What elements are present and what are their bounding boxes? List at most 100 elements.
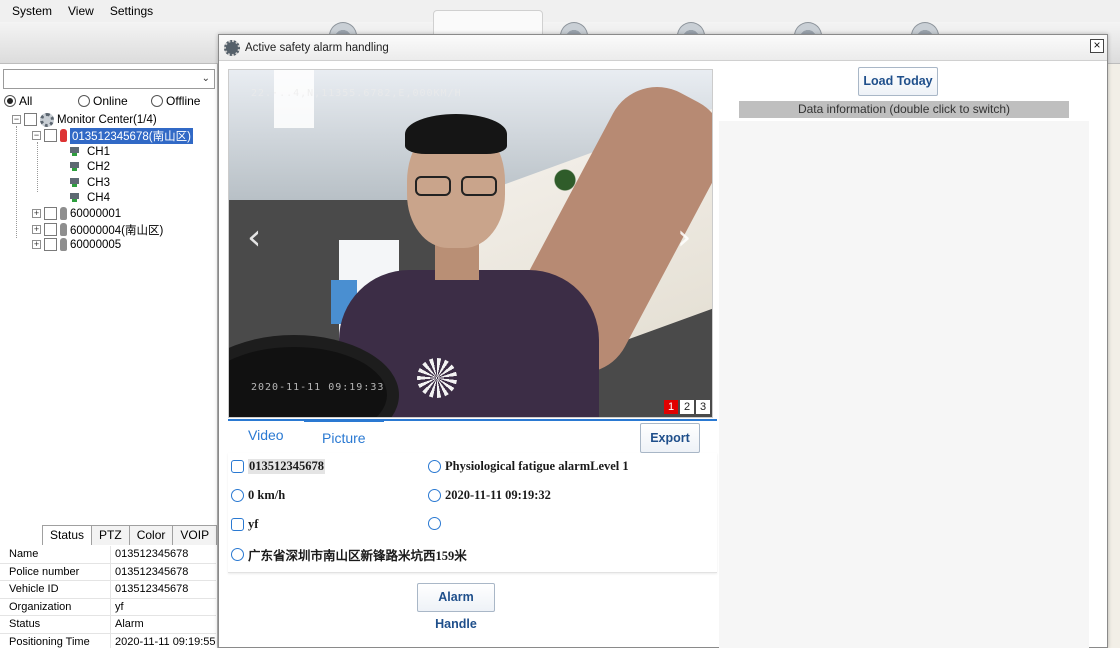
map-view[interactable] (1108, 64, 1120, 648)
load-today-button[interactable]: Load Today (858, 67, 938, 96)
page-button[interactable]: 3 (696, 400, 710, 414)
tree-node-device[interactable]: + 60000004(南山区) (32, 222, 163, 237)
collapse-icon[interactable]: − (32, 131, 41, 140)
alarm-time-value: 2020-11-11 09:19:32 (445, 488, 551, 502)
property-row: Positioning Time 2020-11-11 09:19:55 (0, 633, 216, 648)
close-icon[interactable]: × (1090, 39, 1104, 53)
expand-icon[interactable]: + (32, 240, 41, 249)
channel-label: CH3 (87, 176, 111, 189)
menu-bar: System View Settings (0, 0, 1120, 22)
radio-all-label: All (19, 94, 33, 108)
menu-system[interactable]: System (4, 4, 60, 18)
tree-guide (16, 126, 17, 238)
collapse-icon[interactable]: − (12, 115, 21, 124)
tree-checkbox[interactable] (24, 113, 37, 126)
radio-all[interactable]: All (4, 94, 78, 108)
page-button[interactable]: 1 (664, 400, 678, 414)
tree-guide (37, 142, 38, 192)
property-key: Police number (9, 565, 80, 578)
gear-icon (40, 112, 54, 127)
channel-label: CH4 (87, 191, 111, 204)
chevron-down-icon: ⌄ (201, 73, 210, 84)
tab-picture[interactable]: Picture (304, 419, 384, 446)
radio-offline-dot[interactable] (151, 95, 163, 107)
property-row: Organization yf (0, 598, 216, 616)
property-value: 013512345678 (110, 581, 216, 598)
tab-color[interactable]: Color (128, 525, 174, 545)
tab-status[interactable]: Status (42, 525, 93, 545)
tree-node-device-selected[interactable]: − 013512345678(南山区) (32, 127, 193, 144)
radio-online-dot[interactable] (78, 95, 90, 107)
alarm-info-panel: 013512345678 Physiological fatigue alarm… (228, 453, 717, 573)
alarm-image-viewer[interactable]: 22.·..4,N,11355.6782,E,000KM/H 2020-11-1… (228, 69, 713, 418)
vehicle-icon (60, 207, 67, 220)
property-row: Status Alarm (0, 616, 216, 634)
dialog-titlebar[interactable]: Active safety alarm handling × (219, 35, 1107, 61)
tree-node-channel[interactable]: CH2 (70, 159, 110, 174)
tab-ptz[interactable]: PTZ (91, 525, 130, 545)
tree-node-channel[interactable]: CH3 (70, 175, 110, 190)
menu-settings[interactable]: Settings (102, 4, 161, 18)
property-key: Name (9, 548, 39, 560)
tree-node-device[interactable]: + 60000005 (32, 237, 121, 252)
page-button[interactable]: 2 (680, 400, 694, 414)
radio-offline[interactable]: Offline (151, 94, 200, 108)
data-information-header[interactable]: Data information (double click to switch… (739, 101, 1069, 118)
speed-value: 0 km/h (248, 488, 286, 502)
tree-checkbox[interactable] (44, 223, 57, 236)
vehicle-icon (60, 223, 67, 236)
tab-voip[interactable]: VOIP (172, 525, 218, 545)
camera-icon (70, 146, 84, 157)
info-speed: 0 km/h (231, 488, 285, 503)
dialog-title: Active safety alarm handling (245, 42, 389, 54)
menu-view[interactable]: View (60, 4, 102, 18)
device-id-value: 013512345678 (248, 459, 325, 474)
tree-checkbox[interactable] (44, 207, 57, 220)
export-button[interactable]: Export (640, 423, 700, 453)
chevron-left-icon[interactable]: ‹ (247, 220, 261, 256)
info-device: 013512345678 (231, 459, 325, 474)
info-person (428, 517, 445, 530)
chevron-right-icon[interactable]: › (677, 220, 691, 256)
device-label: 60000001 (70, 207, 122, 220)
group-select[interactable]: ⌄ (3, 69, 215, 89)
property-key: Status (9, 618, 41, 630)
radio-online[interactable]: Online (78, 94, 151, 108)
tree-node-channel[interactable]: CH1 (70, 144, 110, 159)
camera-icon (70, 192, 84, 203)
property-key: Organization (9, 600, 72, 613)
address-value: 广东省深圳市南山区新锋路米坑西159米 (248, 549, 467, 563)
radio-online-label: Online (93, 94, 128, 108)
channel-label: CH2 (87, 160, 111, 173)
tree-root-label: Monitor Center(1/4) (57, 113, 157, 126)
location-pin-icon (231, 548, 244, 561)
info-time: 2020-11-11 09:19:32 (428, 488, 551, 503)
data-information-list[interactable] (719, 121, 1089, 648)
tree-node-device[interactable]: + 60000001 (32, 206, 121, 221)
property-row: Name 013512345678 (0, 546, 216, 564)
device-label: 60000005 (70, 238, 122, 251)
alarm-handle-button[interactable]: Alarm Handle (417, 583, 495, 631)
expand-icon[interactable]: + (32, 225, 41, 234)
clock-icon (428, 489, 441, 502)
camera-icon (70, 177, 84, 188)
property-value: Alarm (110, 616, 216, 633)
home-icon (231, 518, 244, 531)
device-label: 013512345678(南山区) (70, 127, 193, 144)
tree-checkbox[interactable] (44, 238, 57, 251)
device-id-icon (231, 460, 244, 473)
radio-all-dot[interactable] (4, 95, 16, 107)
tab-video[interactable]: Video (248, 427, 284, 443)
vehicle-icon (60, 238, 67, 251)
property-row: Police number 013512345678 (0, 563, 216, 581)
properties-table: Name 013512345678 Police number 0135123456… (0, 546, 216, 648)
tree-node-channel[interactable]: CH4 (70, 190, 110, 205)
user-icon (428, 517, 441, 530)
bottom-tabs: Status PTZ Color VOIP (42, 525, 218, 545)
property-value: yf (110, 598, 216, 615)
tree-node-root[interactable]: − Monitor Center(1/4) (12, 112, 157, 127)
property-row: Vehicle ID 013512345678 (0, 581, 216, 599)
expand-icon[interactable]: + (32, 209, 41, 218)
info-alarm: Physiological fatigue alarmLevel 1 (428, 459, 629, 474)
tree-checkbox[interactable] (44, 129, 57, 142)
